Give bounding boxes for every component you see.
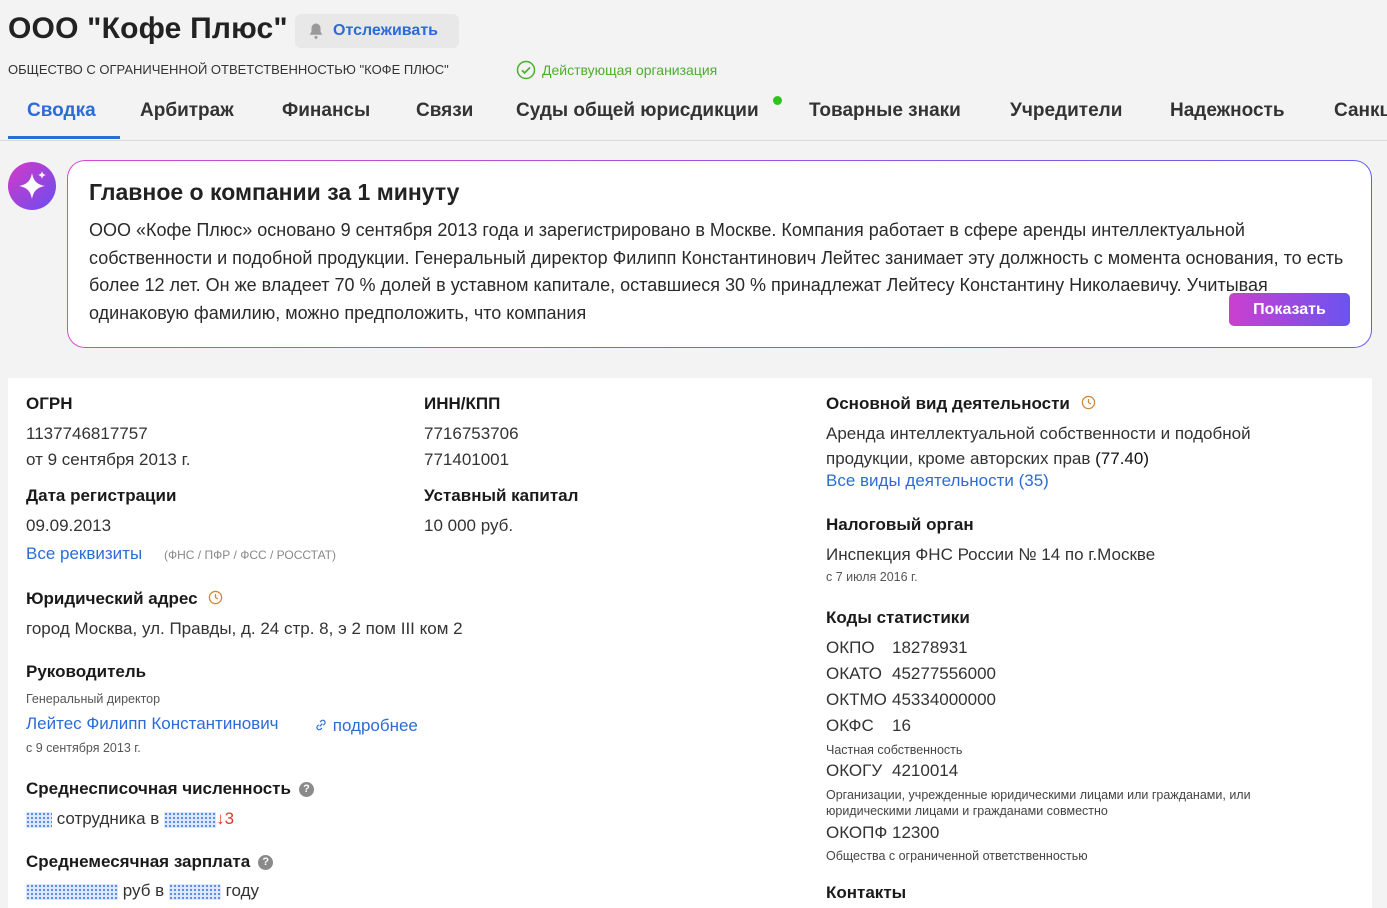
company-info-card: ОГРН 1137746817757 от 9 сентября 2013 г.… — [8, 378, 1372, 908]
okfs-note: Частная собственность — [826, 743, 963, 757]
staff-change: ↓3 — [216, 809, 235, 828]
all-activities-link[interactable]: Все виды деятельности (35) — [826, 471, 1049, 491]
link-icon — [316, 719, 326, 731]
okpo-value: 18278931 — [892, 638, 968, 657]
all-requisites-link[interactable]: Все реквизиты — [26, 544, 142, 564]
check-circle-icon — [516, 60, 536, 80]
activity-label: Основной вид деятельности — [826, 394, 1096, 414]
okfs-key: ОКФС — [826, 716, 874, 735]
track-button-label: Отслеживать — [333, 22, 438, 39]
okfs-row: ОКФС 16 — [826, 716, 911, 736]
okpo-row: ОКПО 18278931 — [826, 638, 968, 658]
tab-courts[interactable]: Суды общей юрисдикции — [516, 100, 759, 122]
activity-line-2: продукции, кроме авторских прав (77.40) — [826, 449, 1149, 469]
okopf-key: ОКОПФ — [826, 823, 888, 842]
okogu-note-1: Организации, учрежденные юридическими ли… — [826, 788, 1251, 802]
help-icon[interactable]: ? — [298, 782, 314, 798]
salary-value: руб в году — [26, 881, 259, 901]
tab-connections[interactable]: Связи — [416, 100, 473, 122]
show-more-button[interactable]: Показать — [1229, 293, 1350, 326]
staff-label: Среднесписочная численность? — [26, 779, 314, 799]
status-text: Действующая организация — [542, 62, 718, 78]
bell-icon — [310, 23, 322, 39]
ai-summary-card: Главное о компании за 1 минуту ООО «Кофе… — [67, 160, 1372, 348]
okopf-row: ОКОПФ 12300 — [826, 823, 939, 843]
address-label: Юридический адрес — [26, 589, 223, 609]
okfs-value: 16 — [892, 716, 911, 735]
salary-text-2: году — [225, 881, 259, 900]
okogu-row: ОКОГУ 4210014 — [826, 761, 958, 781]
masked-value[interactable] — [26, 883, 118, 900]
okopf-note: Общества с ограниченной ответственностью — [826, 849, 1088, 863]
ogrn-label: ОГРН — [26, 394, 73, 413]
tax-since: с 7 июля 2016 г. — [826, 570, 918, 584]
ogrn-date: от 9 сентября 2013 г. — [26, 450, 191, 469]
inn-value: 7716753706 — [424, 424, 519, 443]
okato-row: ОКАТО 45277556000 — [826, 664, 996, 684]
capital-label: Уставный капитал — [424, 486, 579, 505]
reg-date-label: Дата регистрации — [26, 486, 177, 505]
staff-text: сотрудника в — [56, 809, 160, 828]
help-icon[interactable]: ? — [258, 855, 274, 871]
okogu-key: ОКОГУ — [826, 761, 883, 780]
head-details-link[interactable]: подробнее — [314, 716, 418, 736]
tax-value: Инспекция ФНС России № 14 по г.Москве — [826, 545, 1156, 564]
tab-summary[interactable]: Сводка — [27, 100, 96, 122]
activity-line-1: Аренда интеллектуальной собственности и … — [826, 424, 1251, 443]
head-name-link[interactable]: Лейтес Филипп Константинович — [26, 714, 279, 734]
activity-line-2-text: продукции, кроме авторских прав — [826, 449, 1091, 468]
history-clock-icon[interactable] — [208, 590, 223, 605]
address-label-text: Юридический адрес — [26, 589, 198, 608]
okogu-value: 4210014 — [892, 761, 959, 780]
inn-kpp-label: ИНН/КПП — [424, 394, 501, 413]
salary-label-text: Среднемесячная зарплата — [26, 852, 251, 871]
masked-value[interactable] — [164, 811, 217, 828]
head-label: Руководитель — [26, 662, 147, 681]
tax-label: Налоговый орган — [826, 515, 974, 534]
oktmo-key: ОКТМО — [826, 690, 887, 709]
sparkle-icon — [8, 162, 56, 210]
history-clock-icon[interactable] — [1081, 395, 1096, 410]
contacts-label: Контакты — [826, 883, 907, 902]
reg-date-value: 09.09.2013 — [26, 516, 112, 535]
salary-label: Среднемесячная зарплата? — [26, 852, 274, 872]
activity-code: (77.40) — [1095, 449, 1150, 468]
masked-value[interactable] — [168, 883, 221, 900]
tab-sanctions[interactable]: Санкц — [1334, 100, 1387, 122]
okato-value: 45277556000 — [892, 664, 997, 683]
okato-key: ОКАТО — [826, 664, 882, 683]
company-full-name: ОБЩЕСТВО С ОГРАНИЧЕННОЙ ОТВЕТСТВЕННОСТЬЮ… — [8, 62, 449, 77]
tab-reliability[interactable]: Надежность — [1170, 100, 1285, 122]
okopf-value: 12300 — [892, 823, 940, 842]
okpo-key: ОКПО — [826, 638, 875, 657]
tab-trademarks[interactable]: Товарные знаки — [809, 100, 961, 122]
track-button[interactable]: Отслеживать — [295, 14, 459, 48]
tab-founders[interactable]: Учредители — [1010, 100, 1122, 122]
active-tab-indicator — [8, 136, 120, 139]
head-role: Генеральный директор — [26, 692, 161, 706]
stats-label: Коды статистики — [826, 608, 970, 627]
head-since: с 9 сентября 2013 г. — [26, 741, 141, 755]
oktmo-row: ОКТМО 45334000000 — [826, 690, 996, 710]
staff-value: сотрудника в ↓3 — [26, 809, 234, 829]
capital-value: 10 000 руб. — [424, 516, 514, 535]
staff-label-text: Среднесписочная численность — [26, 779, 291, 798]
status-badge: Действующая организация — [516, 60, 717, 80]
masked-value[interactable] — [26, 811, 52, 828]
kpp-value: 771401001 — [424, 450, 510, 469]
tab-arbitration[interactable]: Арбитраж — [140, 100, 234, 122]
tab-finance[interactable]: Финансы — [282, 100, 370, 122]
okogu-note-2: юридическими лицами и гражданами совмест… — [826, 804, 1108, 818]
page-title: ООО "Кофе Плюс" — [8, 12, 288, 45]
activity-label-text: Основной вид деятельности — [826, 394, 1070, 413]
ai-summary-title: Главное о компании за 1 минуту — [89, 179, 460, 205]
head-details-label: подробнее — [332, 716, 418, 735]
oktmo-value: 45334000000 — [892, 690, 997, 709]
tab-bar: Сводка Арбитраж Финансы Связи Суды общей… — [0, 92, 1387, 141]
ogrn-value: 1137746817757 — [26, 424, 148, 443]
requisites-sources: (ФНС / ПФР / ФСС / РОССТАТ) — [164, 548, 336, 562]
address-value: город Москва, ул. Правды, д. 24 стр. 8, … — [26, 619, 463, 638]
salary-text-1: руб в — [122, 881, 165, 900]
new-indicator-dot — [773, 96, 782, 105]
